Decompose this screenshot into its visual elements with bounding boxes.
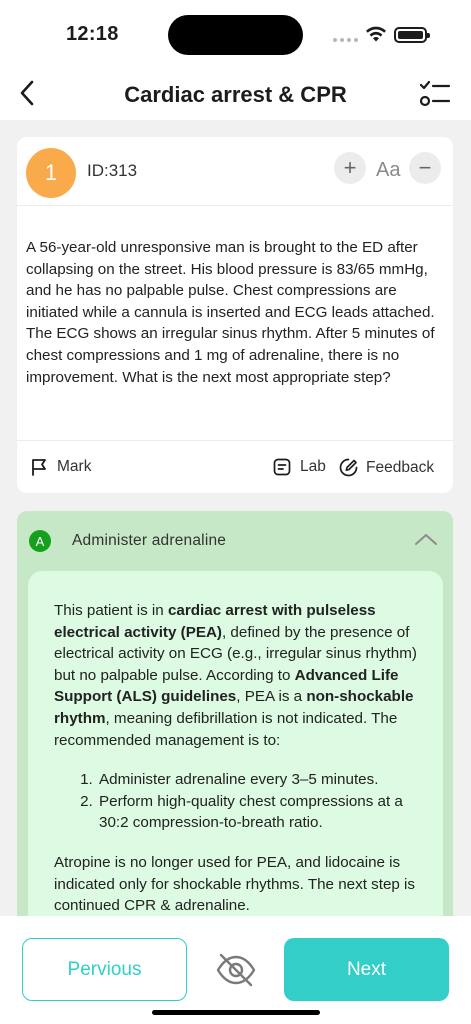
previous-button[interactable]: Pervious [22,938,187,1001]
question-header: 1 ID:313 + Aa − [17,137,453,205]
flag-icon [32,459,46,476]
explanation-panel: This patient is in cardiac arrest with p… [28,571,443,931]
nav-bar: Cardiac arrest & CPR [0,66,471,120]
font-size-label: Aa [376,159,401,181]
eye-off-icon[interactable] [214,950,258,990]
chevron-up-icon[interactable] [414,532,438,546]
answer-label: Administer adrenaline [72,532,227,549]
wifi-icon [366,26,386,42]
question-number-badge: 1 [26,148,76,198]
explanation-paragraph-2: Atropine is no longer used for PEA, and … [54,853,416,915]
explanation-text: , meaning defibrillation is not indicate… [54,709,398,749]
bottom-bar: Pervious Next [0,916,471,1024]
feedback-label: Feedback [366,458,435,476]
status-time: 12:18 [66,23,119,45]
checklist-icon[interactable] [419,79,451,111]
home-indicator [152,1010,320,1015]
battery-icon [394,27,430,43]
explanation-text: This patient is in [54,602,168,619]
increase-font-button[interactable]: + [334,152,366,184]
lab-label: Lab [300,458,326,475]
next-button[interactable]: Next [284,938,449,1001]
explanation-paragraph: This patient is in cardiac arrest with p… [54,600,417,751]
feedback-edit-icon [339,458,358,477]
lab-button[interactable]: Lab [273,458,326,476]
decrease-font-button[interactable]: − [409,152,441,184]
question-card: 1 ID:313 + Aa − A 56-year-old unresponsi… [17,137,453,493]
answer-card: A Administer adrenaline This patient is … [17,511,453,931]
status-bar: 12:18 [0,0,471,66]
management-step: Perform high-quality chest compressions … [97,791,417,834]
management-step: Administer adrenaline every 3–5 minutes. [97,769,417,791]
answer-letter-badge: A [29,530,51,552]
lab-icon [273,458,291,476]
signal-icon [333,38,358,42]
question-id: ID:313 [87,161,138,180]
question-actions: Mark Lab Feedback [17,440,453,493]
mark-label: Mark [57,458,92,475]
feedback-button[interactable]: Feedback [339,458,434,477]
mark-button[interactable]: Mark [31,458,91,476]
divider [17,205,453,206]
explanation-text: , PEA is a [236,688,307,706]
page-title: Cardiac arrest & CPR [124,82,347,107]
management-steps: Administer adrenaline every 3–5 minutes.… [97,769,417,834]
question-text: A 56-year-old unresponsive man is brough… [26,239,435,386]
dynamic-island [168,15,303,55]
